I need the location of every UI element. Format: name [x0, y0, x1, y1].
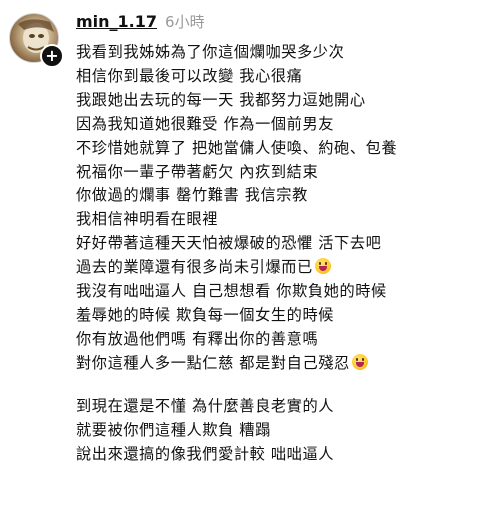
- comment-line-text: 羞辱她的時候 欺負每一個女生的時候: [76, 305, 335, 324]
- grinning-face-emoji: [314, 258, 331, 275]
- comment-line-text: 我相信神明看在眼裡: [76, 210, 219, 229]
- comment-paragraph-1: 我看到我姊姊為了你這個爛咖哭多少次 相信你到最後可以改變 我心很痛我跟她出去玩的每…: [76, 41, 478, 376]
- comment-line: 我沒有咄咄逼人 自己想想看 你欺負她的時候: [76, 280, 478, 304]
- comment-header: min_1.17 6小時: [76, 11, 205, 35]
- comment-line: 我相信神明看在眼裡: [76, 208, 478, 232]
- comment-line: 過去的業障還有很多尚未引爆而已: [76, 256, 478, 280]
- comment-line-text: 祝福你一輩子帶著虧欠 內疚到結束: [76, 162, 319, 181]
- comment-line: 祝福你一輩子帶著虧欠 內疚到結束: [76, 161, 478, 185]
- comment-line-text: 你做過的爛事 罄竹難書 我信宗教: [76, 186, 308, 205]
- comment-line-text: 相信你到最後可以改變 我心很痛: [76, 66, 303, 85]
- comment-line-text: 到現在還是不懂 為什麼善良老實的人: [76, 396, 335, 415]
- comment-line: 好好帶著這種天天怕被爆破的恐懼 活下去吧: [76, 232, 478, 256]
- comment-line-text: 我看到我姊姊為了你這個爛咖哭多少次: [76, 43, 345, 61]
- plus-icon[interactable]: +: [40, 44, 64, 68]
- comment-line-text: 說出來還搞的像我們愛計較 咄咄逼人: [76, 444, 335, 463]
- comment-line: 到現在還是不懂 為什麼善良老實的人: [76, 395, 478, 419]
- grinning-face-emoji: [351, 353, 368, 370]
- comment-line-text: ￼對你這種人多一點仁慈 都是對自己殘忍: [76, 353, 350, 372]
- comment-line: 你做過的爛事 罄竹難書 我信宗教: [76, 184, 478, 208]
- avatar-container[interactable]: +: [9, 13, 64, 68]
- comment-line-text: 就要被你們這種人欺負 糟蹋: [76, 420, 271, 439]
- comment-line: 相信你到最後可以改變 我心很痛: [76, 65, 478, 89]
- comment-line-text: 你有放過他們嗎 有釋出你的善意嗎: [76, 329, 319, 348]
- comment-line-text: 我跟她出去玩的每一天 我都努力逗她開心: [76, 90, 366, 109]
- comment-line: 因為我知道她很難受 作為一個前男友: [76, 113, 478, 137]
- comment-line-text: 過去的業障還有很多尚未引爆而已: [76, 258, 313, 277]
- comment-line: 你有放過他們嗎 有釋出你的善意嗎: [76, 328, 478, 352]
- comment-line: 就要被你們這種人欺負 糟蹋: [76, 419, 478, 443]
- comment-line-text: 不珍惜她就算了 把她當傭人使喚、約砲、包養: [76, 138, 398, 157]
- comment-line-text: 因為我知道她很難受 作為一個前男友: [76, 114, 335, 133]
- comment-line: 羞辱她的時候 欺負每一個女生的時候: [76, 304, 478, 328]
- comment-paragraph-2: 到現在還是不懂 為什麼善良老實的人 就要被你們這種人欺負 糟蹋說出來還搞的像我們愛…: [76, 395, 478, 467]
- username-link[interactable]: min_1.17: [76, 12, 157, 31]
- comment-body: 我看到我姊姊為了你這個爛咖哭多少次 相信你到最後可以改變 我心很痛我跟她出去玩的每…: [76, 41, 478, 466]
- comment-line: 說出來還搞的像我們愛計較 咄咄逼人: [76, 443, 478, 467]
- comment-line: 我跟她出去玩的每一天 我都努力逗她開心: [76, 89, 478, 113]
- comment-line: 不珍惜她就算了 把她當傭人使喚、約砲、包養: [76, 137, 478, 161]
- comment-line: ￼對你這種人多一點仁慈 都是對自己殘忍: [76, 352, 478, 376]
- comment-line: 我看到我姊姊為了你這個爛咖哭多少次: [76, 41, 478, 65]
- timestamp: 6小時: [165, 13, 205, 31]
- comment-line-text: 我沒有咄咄逼人 自己想想看 你欺負她的時候: [76, 282, 387, 301]
- comment-line-text: 好好帶著這種天天怕被爆破的恐懼 活下去吧: [76, 234, 382, 253]
